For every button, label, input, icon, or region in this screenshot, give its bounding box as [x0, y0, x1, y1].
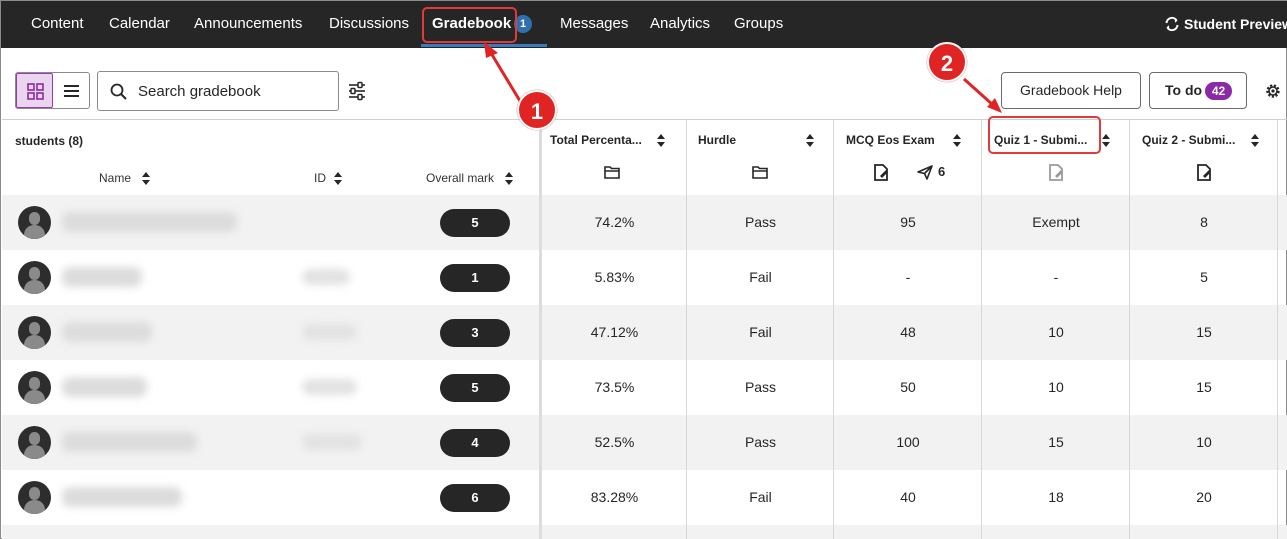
- annotation-marker-2: 2: [927, 42, 967, 82]
- annotation-marker-1: 1: [517, 90, 557, 130]
- annotation-arrows: [484, 42, 1002, 113]
